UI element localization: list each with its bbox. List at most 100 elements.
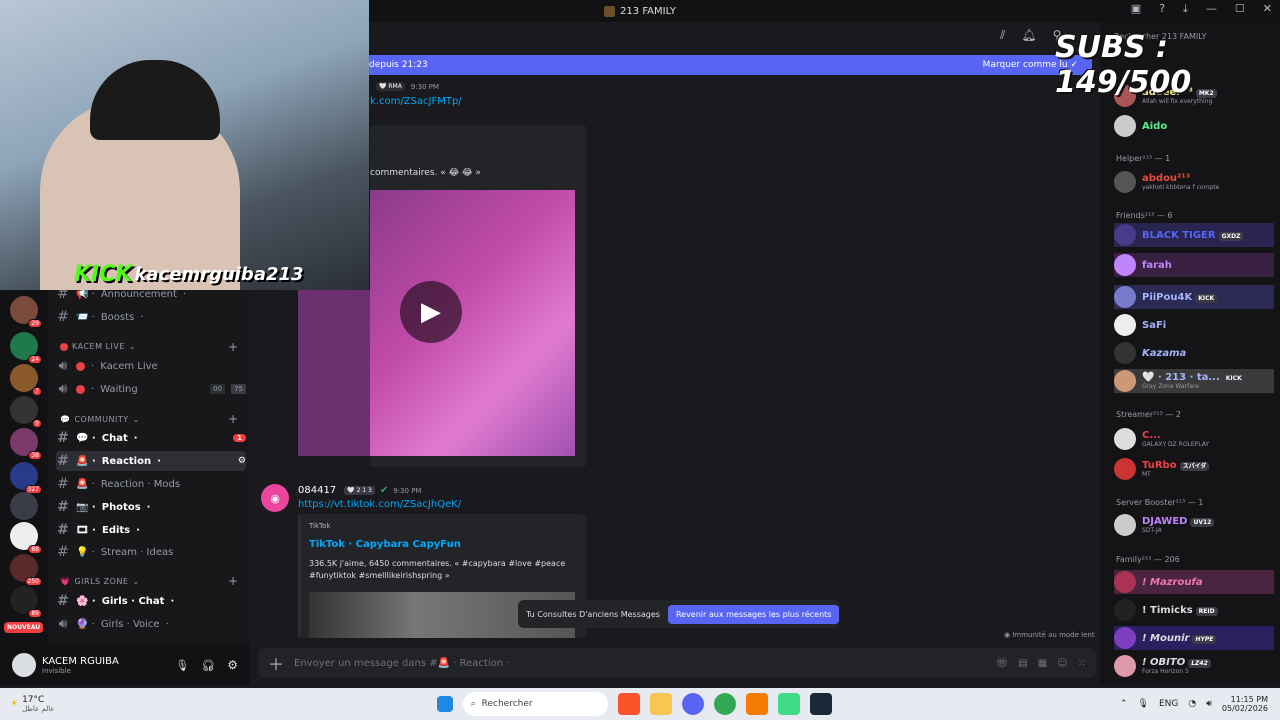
category-kacem-live[interactable]: KACEM LIVE ⌄ — [60, 342, 136, 351]
headphones-icon[interactable]: 🎧︎ — [201, 659, 215, 672]
close-button[interactable]: ✕ — [1263, 2, 1272, 16]
server-icon[interactable]: 89 — [10, 586, 42, 618]
channel-item[interactable]: # 💡 · Stream · Ideas — [56, 542, 246, 562]
server-icon[interactable]: 250 — [10, 554, 42, 586]
user-name: KACEM RGUIBA — [42, 655, 119, 667]
member-item[interactable]: ! OBITO LZ42 Forza Horizon 5 — [1114, 654, 1274, 678]
channel-item[interactable]: # 🚨 · Reaction · Mods — [56, 474, 246, 494]
member-item[interactable]: farah — [1114, 253, 1274, 277]
member-item[interactable]: TuRbo スパイダ MT — [1114, 457, 1274, 481]
unread-banner[interactable]: depuis 21:23 Marquer comme lu ✓ — [369, 55, 1092, 75]
gif-icon[interactable]: ▤ — [1018, 658, 1027, 669]
server-logo-icon — [604, 5, 616, 17]
avatar[interactable]: ◉ — [261, 484, 289, 512]
weather-widget[interactable]: ☀ 17°C عالم عاطل — [10, 695, 55, 713]
chrome-icon[interactable] — [713, 693, 736, 715]
channel-item-reaction[interactable]: # 🚨 · Reaction · ⚙ — [56, 451, 246, 471]
message-link[interactable]: https://vt.tiktok.com/ZSacJhQeK/ — [298, 499, 461, 510]
help-icon[interactable]: ? — [1159, 2, 1165, 16]
member-item[interactable]: abdou²¹³ yakhoti khbtona f compte — [1114, 170, 1274, 194]
new-badge[interactable]: NOUVEAU — [4, 622, 44, 633]
member-item[interactable]: Aido — [1114, 114, 1274, 138]
member-item[interactable]: SaFi — [1114, 313, 1274, 337]
message-input[interactable]: Envoyer un message dans #🚨 · Reaction · — [294, 658, 986, 669]
gear-icon[interactable]: ⚙ — [227, 658, 238, 672]
play-icon[interactable]: ▶ — [400, 281, 462, 343]
jump-bar: Tu Consultes D'anciens Messages Revenir … — [518, 600, 840, 628]
message-composer[interactable]: ＋ Envoyer un message dans #🚨 · Reaction … — [258, 648, 1096, 678]
embed-description: 336.5K j'aime, 6450 commentaires. « #cap… — [309, 559, 566, 580]
role-tag: 🤍 RMA — [376, 82, 405, 91]
taskbar-search[interactable]: ⌕ Rechercher — [462, 692, 608, 716]
brave-icon[interactable] — [617, 693, 640, 715]
chat-header-tools: ⫽ 🔔︎ ⚲ — [1000, 28, 1061, 43]
app-icon[interactable] — [777, 693, 800, 715]
member-item[interactable]: BLACK TIGER GXDZ — [1114, 223, 1274, 247]
member-item[interactable]: 🤍 · 213 · ta... KICK Gray Zone Warfare — [1114, 369, 1274, 393]
windows-start-icon[interactable] — [436, 696, 453, 712]
server-icon[interactable] — [10, 492, 38, 520]
voice-channel-item[interactable]: 🔊︎ · Kacem Live — [56, 356, 246, 376]
avatar[interactable] — [12, 653, 36, 677]
bell-icon[interactable]: 🔔︎ — [1021, 28, 1036, 43]
server-icon[interactable]: 24 — [10, 332, 42, 364]
chevron-up-icon[interactable]: ⌃ — [1120, 699, 1128, 709]
minimize-button[interactable]: — — [1206, 2, 1217, 16]
channel-item[interactable]: # 🌸 · Girls · Chat · — [56, 591, 246, 611]
apps-icon[interactable]: ⁙ — [1078, 658, 1086, 669]
volume-icon[interactable]: 🔊︎ — [1206, 699, 1212, 709]
server-icon[interactable]: 29 — [10, 296, 42, 328]
member-item[interactable]: ! Timicks REID — [1114, 598, 1274, 622]
sticker-icon[interactable]: ▦ — [1038, 658, 1047, 669]
voice-channel-item[interactable]: 🔊︎ · Waiting 00 75 — [56, 379, 246, 399]
channel-item[interactable]: # 🎞 · Edits · — [56, 520, 246, 540]
jump-bar-text: Tu Consultes D'anciens Messages — [526, 609, 660, 619]
clock[interactable]: 11:15 PM 05/02/2026 — [1222, 695, 1268, 713]
download-icon[interactable]: ⤓ — [1183, 2, 1188, 16]
app-icon[interactable] — [745, 693, 768, 715]
message-link[interactable]: k.com/ZSacJFMTp/ — [370, 96, 462, 107]
member-item[interactable]: Kazama — [1114, 341, 1274, 365]
add-channel-button[interactable]: + — [228, 412, 238, 426]
member-item[interactable]: PiiPou4K KICK — [1114, 285, 1274, 309]
jump-to-present-button[interactable]: Revenir aux messages les plus récents — [667, 604, 840, 624]
member-item[interactable]: ! Mounir HYPE — [1114, 626, 1274, 650]
server-icon[interactable]: 7 — [10, 364, 42, 396]
category-community[interactable]: 💬 COMMUNITY ⌄ — [60, 415, 140, 424]
window-title: 213 FAMILY — [620, 5, 676, 17]
member-item[interactable]: DJAWED UV12 SDT-JA — [1114, 513, 1274, 537]
steam-icon[interactable] — [809, 693, 832, 715]
inbox-icon[interactable]: ▣ — [1131, 2, 1141, 16]
server-icon[interactable]: 38 — [10, 428, 42, 460]
channel-item[interactable]: # 📨 · Boosts · — [56, 307, 246, 327]
add-channel-button[interactable]: + — [228, 340, 238, 354]
message-time: 9:30 PM — [393, 486, 422, 495]
embed-title[interactable]: TikTok · Capybara CapyFun — [309, 539, 461, 550]
channel-item-chat[interactable]: # 💬 · Chat · 1 — [56, 428, 246, 448]
add-attachment-button[interactable]: ＋ — [268, 651, 284, 675]
video-thumbnail[interactable] — [370, 190, 575, 456]
discord-icon[interactable] — [681, 693, 704, 715]
emoji-icon[interactable]: ☺ — [1057, 658, 1067, 669]
settings-icon: ⚙ — [237, 456, 246, 466]
member-item[interactable]: ! Mazroufa — [1114, 570, 1274, 594]
category-girls-zone[interactable]: 💗 GIRLS ZONE ⌄ — [60, 577, 140, 586]
member-item[interactable]: C... GALAXY DZ ROLEPLAY — [1114, 427, 1274, 451]
voice-channel-item[interactable]: 🔊︎ 🔮 · Girls · Voice · — [56, 614, 246, 634]
add-channel-button[interactable]: + — [228, 574, 238, 588]
server-icon[interactable]: 9 — [10, 396, 42, 428]
file-explorer-icon[interactable] — [649, 693, 672, 715]
gift-icon[interactable]: 🎁︎ — [996, 658, 1009, 669]
maximize-button[interactable]: ☐ — [1235, 2, 1245, 16]
wifi-icon[interactable]: ◔ — [1188, 699, 1196, 709]
channel-item[interactable]: # 📷 · Photos · — [56, 497, 246, 517]
author-name[interactable]: 084417 — [298, 485, 336, 496]
server-icon[interactable]: 327 — [10, 462, 42, 494]
server-icon[interactable]: 88 — [10, 522, 42, 554]
microphone-icon[interactable]: 🎙︎ — [175, 659, 189, 672]
microphone-icon[interactable]: 🎙︎ — [1138, 699, 1149, 709]
message-time: 9:30 PM — [410, 82, 440, 91]
message-header: 🤍 RMA 9:30 PM — [373, 82, 439, 91]
threads-icon[interactable]: ⫽ — [1000, 28, 1005, 43]
language-indicator[interactable]: ENG — [1159, 699, 1178, 709]
